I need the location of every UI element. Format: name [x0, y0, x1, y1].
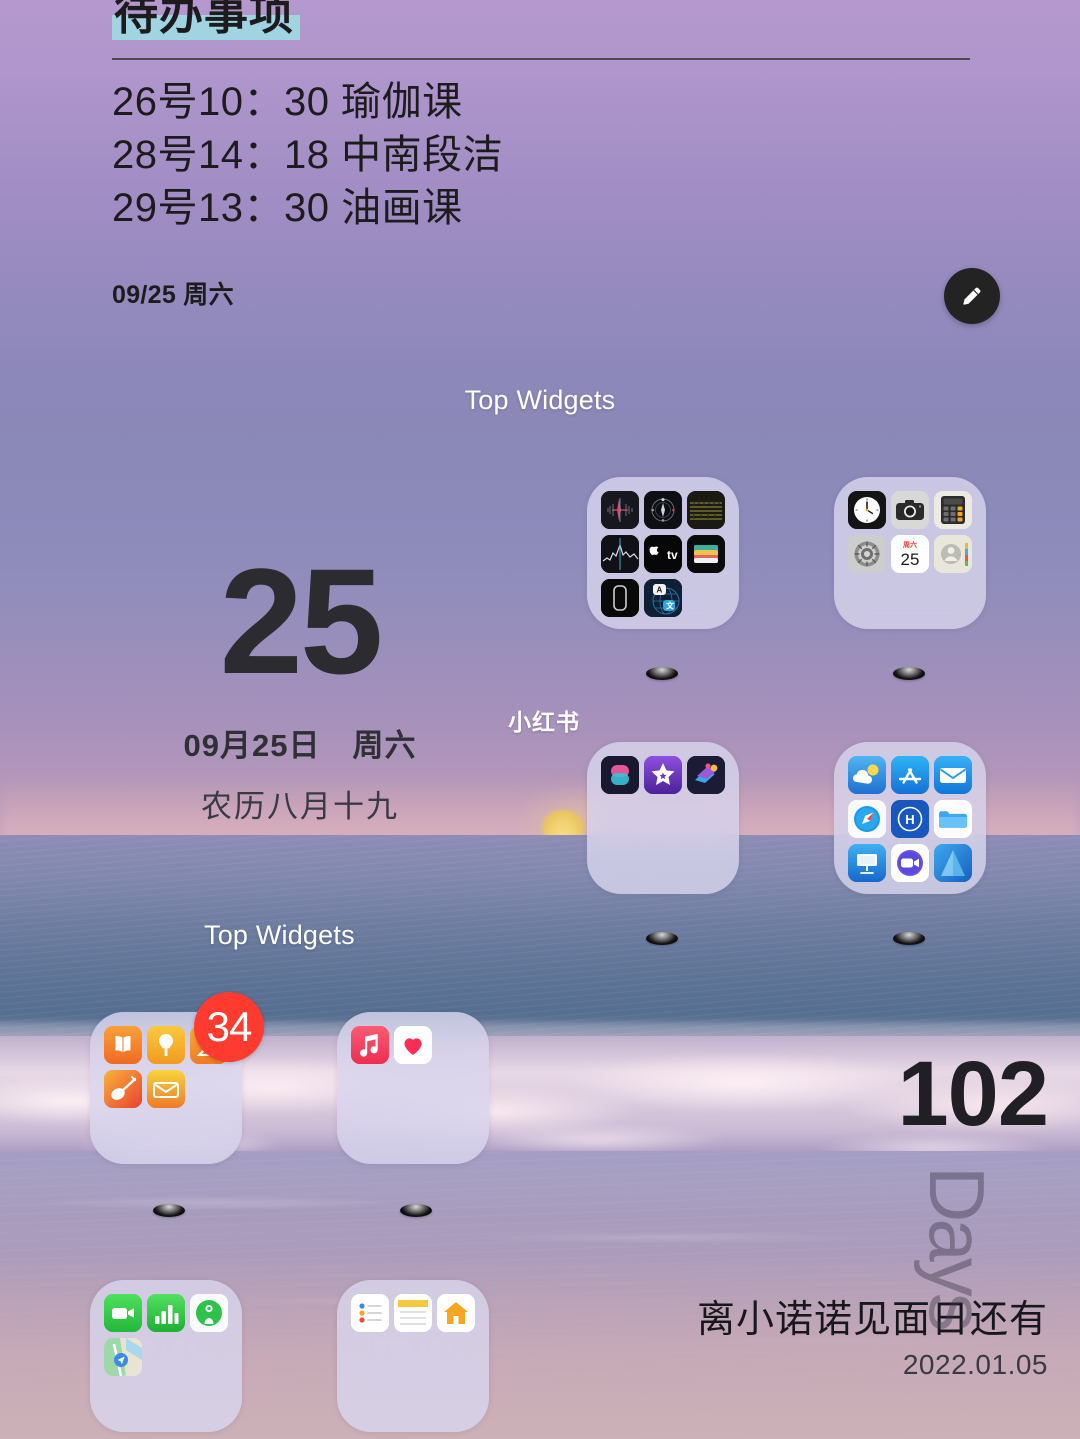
watch-icon[interactable] — [601, 579, 639, 617]
folder-badge: 34 — [194, 992, 264, 1062]
todo-divider — [112, 58, 970, 61]
folder-creative[interactable] — [587, 742, 739, 894]
app-watermark: 小红书 — [508, 709, 580, 735]
page-dot — [646, 932, 678, 945]
clips-icon[interactable] — [687, 756, 725, 794]
todo-item[interactable]: 26号10：30 瑜伽课 — [112, 76, 972, 129]
folder-media[interactable] — [337, 1012, 489, 1164]
imovie-icon[interactable] — [644, 756, 682, 794]
top-widgets-label-lower: Top Widgets — [204, 920, 355, 950]
numbers-icon[interactable] — [147, 1294, 185, 1332]
svg-text:tv: tv — [667, 548, 678, 562]
folder-blue-apps[interactable]: H — [834, 742, 986, 894]
files-icon[interactable] — [934, 800, 972, 838]
keynote-icon[interactable] — [848, 844, 886, 882]
garageband-icon[interactable] — [104, 1070, 142, 1108]
folder-system-tools[interactable]: 周六 25 — [834, 477, 986, 629]
todo-widget[interactable]: 待办事项 26号10：30 瑜伽课 28号14：18 中南段洁 29号13：30… — [112, 0, 1000, 324]
svg-text:H: H — [905, 812, 914, 827]
settings-icon[interactable] — [848, 535, 886, 573]
pencil-icon — [959, 283, 985, 309]
home-icon[interactable] — [437, 1294, 475, 1332]
folder-orange-apps[interactable]: 34 — [90, 992, 264, 1164]
compass-icon[interactable] — [644, 491, 682, 529]
translate-icon[interactable]: A文 — [644, 579, 682, 617]
stocks-icon[interactable] — [601, 535, 639, 573]
todo-footer-date: 09/25 周六 — [112, 280, 234, 309]
page-dot — [646, 667, 678, 680]
svg-text:25: 25 — [901, 550, 920, 569]
music-icon[interactable] — [351, 1026, 389, 1064]
facetime-green-icon[interactable] — [104, 1294, 142, 1332]
svg-text:文: 文 — [666, 601, 675, 611]
mail-orange-icon[interactable] — [147, 1070, 185, 1108]
maps-icon[interactable] — [104, 1338, 142, 1376]
apple-tv-icon[interactable]: tv — [644, 535, 682, 573]
app-store-icon[interactable] — [891, 756, 929, 794]
top-widgets-label-upper: Top Widgets — [464, 385, 616, 415]
safari-icon[interactable] — [848, 800, 886, 838]
date-lunar-line: 农历八月十九 — [201, 789, 399, 824]
notes-icon[interactable] — [394, 1294, 432, 1332]
calculator-icon[interactable] — [934, 491, 972, 529]
shortcuts-icon[interactable] — [601, 756, 639, 794]
voice-memos-icon[interactable] — [601, 491, 639, 529]
countdown-widget[interactable]: 102 Days 离小诺诺见面日还有 2022.01.05 — [628, 1043, 1050, 1381]
reminders-icon[interactable] — [351, 1294, 389, 1332]
date-day-number: 25 — [219, 537, 384, 705]
contacts-icon[interactable] — [934, 535, 972, 573]
facetime-icon[interactable] — [891, 844, 929, 882]
todo-item[interactable]: 29号13：30 油画课 — [112, 182, 972, 235]
books-icon[interactable] — [104, 1026, 142, 1064]
wallet-icon[interactable] — [687, 535, 725, 573]
page-dot — [893, 667, 925, 680]
mail-icon[interactable] — [934, 756, 972, 794]
health-icon[interactable] — [394, 1026, 432, 1064]
countdown-target-date: 2022.01.05 — [902, 1349, 1048, 1380]
svg-text:A: A — [657, 586, 663, 595]
edit-button[interactable] — [944, 268, 1000, 324]
page-dot — [400, 1204, 432, 1217]
weather-icon[interactable] — [848, 756, 886, 794]
folder-green-apps[interactable] — [90, 1280, 242, 1432]
countdown-unit-watermark: Days — [913, 1166, 1001, 1328]
date-widget[interactable]: 25 09月25日 周六 农历八月十九 — [0, 537, 600, 826]
camera-icon[interactable] — [891, 491, 929, 529]
folder-dark-utilities[interactable]: tv A文 — [587, 477, 739, 629]
todo-item[interactable]: 28号14：18 中南段洁 — [112, 129, 972, 182]
page-dot — [893, 932, 925, 945]
calendar-icon[interactable]: 周六 25 — [891, 535, 929, 573]
measure-icon[interactable] — [687, 491, 725, 529]
todo-list: 26号10：30 瑜伽课 28号14：18 中南段洁 29号13：30 油画课 — [112, 76, 972, 234]
clock-icon[interactable] — [848, 491, 886, 529]
folder-white-apps[interactable] — [337, 1280, 489, 1432]
tips-icon[interactable] — [147, 1026, 185, 1064]
todo-title: 待办事项 — [112, 0, 300, 41]
find-my-icon[interactable] — [190, 1294, 228, 1332]
testflight-icon[interactable] — [934, 844, 972, 882]
countdown-number: 102 — [897, 1043, 1050, 1145]
page-dot — [153, 1204, 185, 1217]
svg-text:周六: 周六 — [903, 540, 917, 549]
hotel-app-icon[interactable]: H — [891, 800, 929, 838]
